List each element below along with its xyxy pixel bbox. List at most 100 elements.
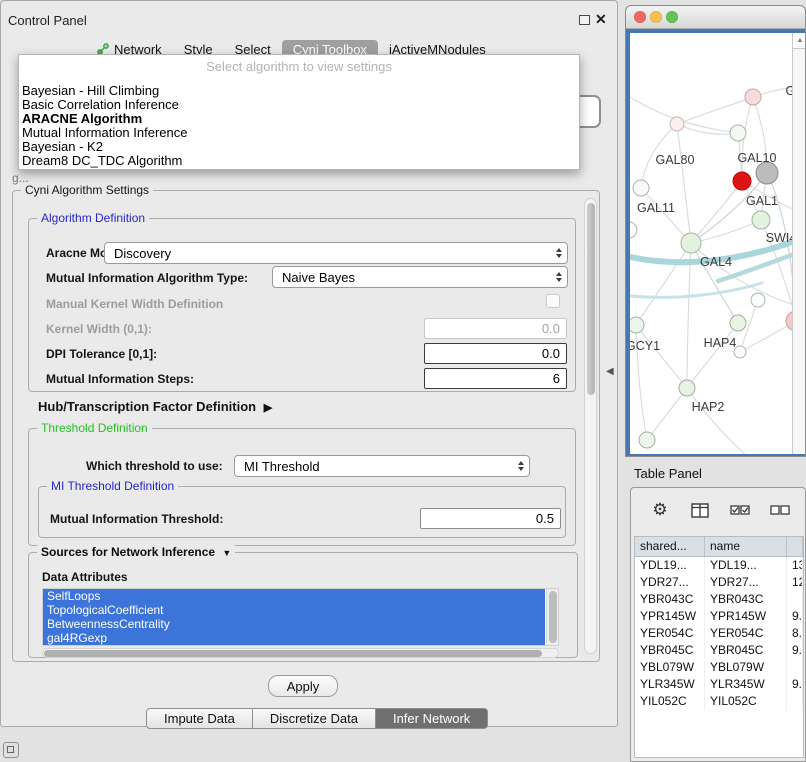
algorithm-option[interactable]: Dream8 DC_TDC Algorithm [21,154,579,168]
table-cell: YBR043C [705,591,787,608]
network-node[interactable] [751,293,765,307]
zoom-window-icon[interactable] [666,11,678,23]
close-panel-icon[interactable]: ✕ [595,11,607,28]
network-node[interactable] [733,172,751,190]
network-canvas[interactable]: GAL80GAL10GAL11GAL1SWI4GAL4GCY1HAP4HAP2G… [630,33,806,454]
attributes-list-scrollbar-thumb[interactable] [549,591,557,643]
table-cell: 9. [787,642,803,659]
expanded-arrow-icon: ▼ [222,548,231,558]
table-row[interactable]: YBL079WYBL079W [635,659,803,676]
attribute-list-item[interactable]: BetweennessCentrality [43,617,545,631]
show-columns-icon[interactable] [727,497,753,523]
gear-icon[interactable]: ⚙ [647,497,673,523]
aracne-mode-select[interactable]: Discovery [104,242,568,264]
table-row[interactable]: YIL052CYIL052C [635,693,803,710]
attributes-list-scrollbar[interactable] [546,589,558,645]
scroll-up-icon[interactable]: ▲ [793,33,806,49]
network-window-titlebar[interactable] [626,6,805,29]
network-node[interactable] [681,233,701,253]
network-node[interactable] [745,89,761,105]
network-edge [636,243,691,325]
bottom-tab-impute-data[interactable]: Impute Data [146,708,253,729]
network-node[interactable] [752,211,770,229]
network-node[interactable] [639,432,655,448]
mi-threshold-input[interactable]: 0.5 [420,508,561,529]
manual-kernel-label: Manual Kernel Width Definition [46,297,223,311]
close-window-icon[interactable] [634,11,646,23]
manual-kernel-checkbox[interactable] [546,294,560,308]
attribute-list-item[interactable]: SelfLoops [43,589,545,603]
combo-arrows-icon [556,272,562,282]
network-edge [677,97,753,124]
network-node[interactable] [756,162,778,184]
table-row[interactable]: YPR145WYPR145W9. [635,608,803,625]
settings-scrollbar[interactable] [584,198,597,654]
network-node-label: GAL4 [700,255,732,269]
table-cell [787,591,803,608]
bottom-tab-infer-network[interactable]: Infer Network [376,708,488,729]
table-row[interactable]: YER054CYER054C8. [635,625,803,642]
bottom-tab-discretize-data[interactable]: Discretize Data [253,708,376,729]
hub-definition-label: Hub/Transcription Factor Definition [38,399,256,414]
kernel-width-input[interactable]: 0.0 [424,318,567,339]
network-node[interactable] [679,380,695,396]
dpi-tolerance-input[interactable]: 0.0 [424,343,567,364]
network-node[interactable] [630,317,644,333]
table-row[interactable]: YBR043CYBR043C [635,591,803,608]
attributes-hscrollbar-thumb[interactable] [44,650,542,657]
table-panel: ⚙ shared...name YDL19...YDL19...1 [630,487,806,762]
table-row[interactable]: YBR045CYBR045C9. [635,642,803,659]
table-column-header[interactable] [787,537,803,556]
network-node-label: GAL80 [656,153,695,167]
float-window-icon[interactable] [579,15,590,25]
kernel-width-value: 0.0 [542,321,560,336]
network-node[interactable] [730,315,746,331]
algorithm-dropdown-popup: Select algorithm to view settings Bayesi… [18,54,580,170]
restore-panel-icon[interactable] [3,742,19,758]
attribute-list-item[interactable]: gal4RGexp [43,631,545,645]
table-row[interactable]: YDL19...YDL19...13 [635,557,803,574]
algorithm-option[interactable]: Bayesian - Hill Climbing [21,84,579,98]
network-view-window: GAL80GAL10GAL11GAL1SWI4GAL4GCY1HAP4HAP2G… [625,5,806,457]
attributes-hscrollbar[interactable] [42,648,559,658]
algorithm-option[interactable]: Bayesian - K2 [21,140,579,154]
table-column-header[interactable]: shared... [635,537,705,556]
network-node-label: GCY1 [630,339,660,353]
dpi-tolerance-label: DPI Tolerance [0,1]: [46,347,157,361]
table-column-header[interactable]: name [705,537,787,556]
network-node[interactable] [630,222,637,238]
columns-icon[interactable] [687,497,713,523]
data-attributes-list[interactable]: SelfLoopsTopologicalCoefficientBetweenne… [42,588,559,646]
algorithm-option[interactable]: ARACNE Algorithm [21,112,579,126]
hub-definition-toggle[interactable]: Hub/Transcription Factor Definition ▶ [38,400,272,415]
attribute-list-item[interactable]: TopologicalCoefficient [43,603,545,617]
combo-arrows-icon [518,461,524,471]
sources-title-text: Sources for Network Inference [41,545,215,559]
data-attributes-label: Data Attributes [42,570,128,584]
table-row[interactable]: YDR27...YDR27...12 [635,574,803,591]
minimize-window-icon[interactable] [650,11,662,23]
table-cell [787,659,803,676]
settings-scrollbar-thumb[interactable] [587,203,595,395]
algorithm-option[interactable]: Basic Correlation Inference [21,98,579,112]
network-node[interactable] [730,125,746,141]
mi-steps-label: Mutual Information Steps: [46,372,194,386]
network-edge [691,181,742,243]
mi-steps-input[interactable]: 6 [424,368,567,389]
network-node[interactable] [670,117,684,131]
hide-columns-icon[interactable] [767,497,793,523]
mi-steps-value: 6 [553,371,560,386]
sources-group-title[interactable]: Sources for Network Inference ▼ [37,545,235,561]
network-edge [687,323,738,388]
split-pane-collapse-icon[interactable]: ◀ [606,366,614,377]
network-vscrollbar[interactable]: ▲ [792,33,806,454]
network-edge [677,124,738,134]
which-threshold-select[interactable]: MI Threshold [234,455,530,477]
algorithm-option[interactable]: Mutual Information Inference [21,126,579,140]
table-row[interactable]: YLR345WYLR345W9. [635,676,803,693]
network-node-label: GAL1 [746,194,778,208]
mi-type-select[interactable]: Naive Bayes [272,266,568,288]
apply-button[interactable]: Apply [268,675,338,697]
algorithm-definition-title: Algorithm Definition [37,211,149,226]
network-node[interactable] [633,180,649,196]
